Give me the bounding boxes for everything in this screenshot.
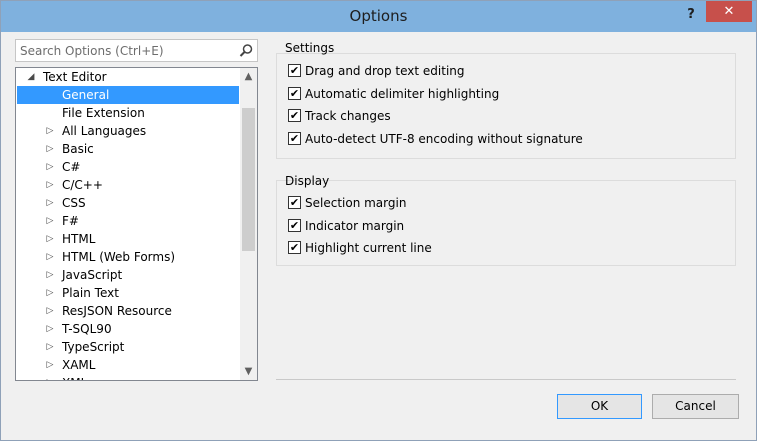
- tree-item-label: T-SQL90: [62, 322, 112, 336]
- tree-item-label: Text Editor: [43, 70, 107, 84]
- settings-group-title: Settings: [285, 41, 335, 55]
- collapsed-arrow-icon[interactable]: ▷: [45, 140, 55, 158]
- checkbox[interactable]: ✔: [288, 131, 301, 145]
- search-box[interactable]: [15, 39, 258, 62]
- tree-item[interactable]: ▷ XAML: [17, 356, 239, 374]
- checkbox[interactable]: ✔: [288, 86, 301, 100]
- tree-item[interactable]: ▷ T-SQL90: [17, 320, 239, 338]
- tree-item[interactable]: ▷ HTML (Web Forms): [17, 248, 239, 266]
- tree-item[interactable]: ▷ TypeScript: [17, 338, 239, 356]
- tree-item-label: File Extension: [62, 106, 145, 120]
- tree-item[interactable]: File Extension: [17, 104, 239, 122]
- tree-item[interactable]: ▷ JavaScript: [17, 266, 239, 284]
- collapsed-arrow-icon[interactable]: ▷: [45, 338, 55, 356]
- tree-item[interactable]: ◢ Text Editor: [17, 68, 239, 86]
- collapsed-arrow-icon[interactable]: ▷: [45, 248, 55, 266]
- tree-item-label: All Languages: [62, 124, 147, 138]
- ok-button[interactable]: OK: [557, 394, 642, 419]
- scroll-down-icon[interactable]: ▼: [240, 363, 257, 380]
- checkbox-label: Track changes: [305, 109, 391, 123]
- collapsed-arrow-icon[interactable]: ▷: [45, 284, 55, 302]
- collapsed-arrow-icon[interactable]: ▷: [45, 374, 55, 380]
- tree-item-label: F#: [62, 214, 79, 228]
- tree-item[interactable]: ▷ Plain Text: [17, 284, 239, 302]
- tree-item-label: Basic: [62, 142, 94, 156]
- tree-item-label: HTML: [62, 232, 96, 246]
- checkbox[interactable]: ✔: [288, 241, 301, 254]
- tree-item[interactable]: ▷ ResJSON Resource: [17, 302, 239, 320]
- tree-item-label: ResJSON Resource: [62, 304, 172, 318]
- collapsed-arrow-icon[interactable]: ▷: [45, 194, 55, 212]
- close-button[interactable]: ✕: [706, 1, 752, 22]
- checkbox[interactable]: ✔: [288, 109, 301, 122]
- title-bar: Options ? ✕: [1, 1, 756, 32]
- tree-item-label: XML: [62, 374, 87, 380]
- tree-item-label: HTML (Web Forms): [62, 250, 176, 264]
- collapsed-arrow-icon[interactable]: ▷: [45, 122, 55, 140]
- tree-item[interactable]: ▷ All Languages: [17, 122, 239, 140]
- tree-item-label: C/C++: [62, 178, 103, 192]
- search-icon[interactable]: [239, 43, 254, 58]
- collapsed-arrow-icon[interactable]: ▷: [45, 266, 55, 284]
- scroll-up-icon[interactable]: ▲: [240, 68, 257, 85]
- tree-item[interactable]: ▷ Basic: [17, 140, 239, 158]
- collapsed-arrow-icon[interactable]: ▷: [45, 302, 55, 320]
- expanded-arrow-icon[interactable]: ◢: [26, 68, 36, 86]
- tree-item-label: General: [62, 88, 110, 102]
- collapsed-arrow-icon[interactable]: ▷: [45, 158, 55, 176]
- checkbox-label: Selection margin: [305, 196, 407, 210]
- collapsed-arrow-icon[interactable]: ▷: [45, 176, 55, 194]
- tree-item-label: C#: [62, 160, 81, 174]
- collapsed-arrow-icon[interactable]: ▷: [45, 230, 55, 248]
- collapsed-arrow-icon[interactable]: ▷: [45, 320, 55, 338]
- checkbox[interactable]: ✔: [288, 196, 301, 209]
- checkbox[interactable]: ✔: [288, 64, 301, 77]
- tree-item[interactable]: ▷ HTML: [17, 230, 239, 248]
- tree-item[interactable]: General: [17, 86, 239, 104]
- tree-item[interactable]: ▷ C#: [17, 158, 239, 176]
- search-input[interactable]: [20, 42, 230, 59]
- checkbox[interactable]: ✔: [288, 218, 301, 232]
- help-button[interactable]: ?: [684, 7, 698, 23]
- tree-item-label: Plain Text: [62, 286, 119, 300]
- tree-scrollbar[interactable]: ▲ ▼: [240, 68, 257, 380]
- tree-item-label: TypeScript: [62, 340, 125, 354]
- tree-item-label: JavaScript: [62, 268, 123, 282]
- options-dialog: Options ? ✕ ◢ Text Editor General File Exte…: [0, 0, 757, 441]
- options-tree: ◢ Text Editor General File Extension ▷ All La…: [15, 67, 258, 381]
- footer-separator: [276, 379, 736, 380]
- scroll-thumb[interactable]: [242, 108, 255, 251]
- tree-item[interactable]: ▷ XML: [17, 374, 239, 380]
- tree-item-label: CSS: [62, 196, 86, 210]
- checkbox-label: Highlight current line: [305, 241, 432, 255]
- checkbox-label: Automatic delimiter highlighting: [305, 86, 500, 101]
- display-group-title: Display: [285, 174, 330, 188]
- tree-item[interactable]: ▷ C/C++: [17, 176, 239, 194]
- checkbox-label: Auto-detect UTF-8 encoding without signa…: [305, 131, 583, 146]
- tree-item[interactable]: ▷ CSS: [17, 194, 239, 212]
- collapsed-arrow-icon[interactable]: ▷: [45, 356, 55, 374]
- tree-item[interactable]: ▷ F#: [17, 212, 239, 230]
- window-title: Options: [349, 7, 408, 25]
- cancel-button[interactable]: Cancel: [652, 394, 739, 419]
- checkbox-label: Indicator margin: [305, 218, 405, 233]
- checkbox-label: Drag and drop text editing: [305, 64, 465, 78]
- tree-item-label: XAML: [62, 358, 96, 372]
- collapsed-arrow-icon[interactable]: ▷: [45, 212, 55, 230]
